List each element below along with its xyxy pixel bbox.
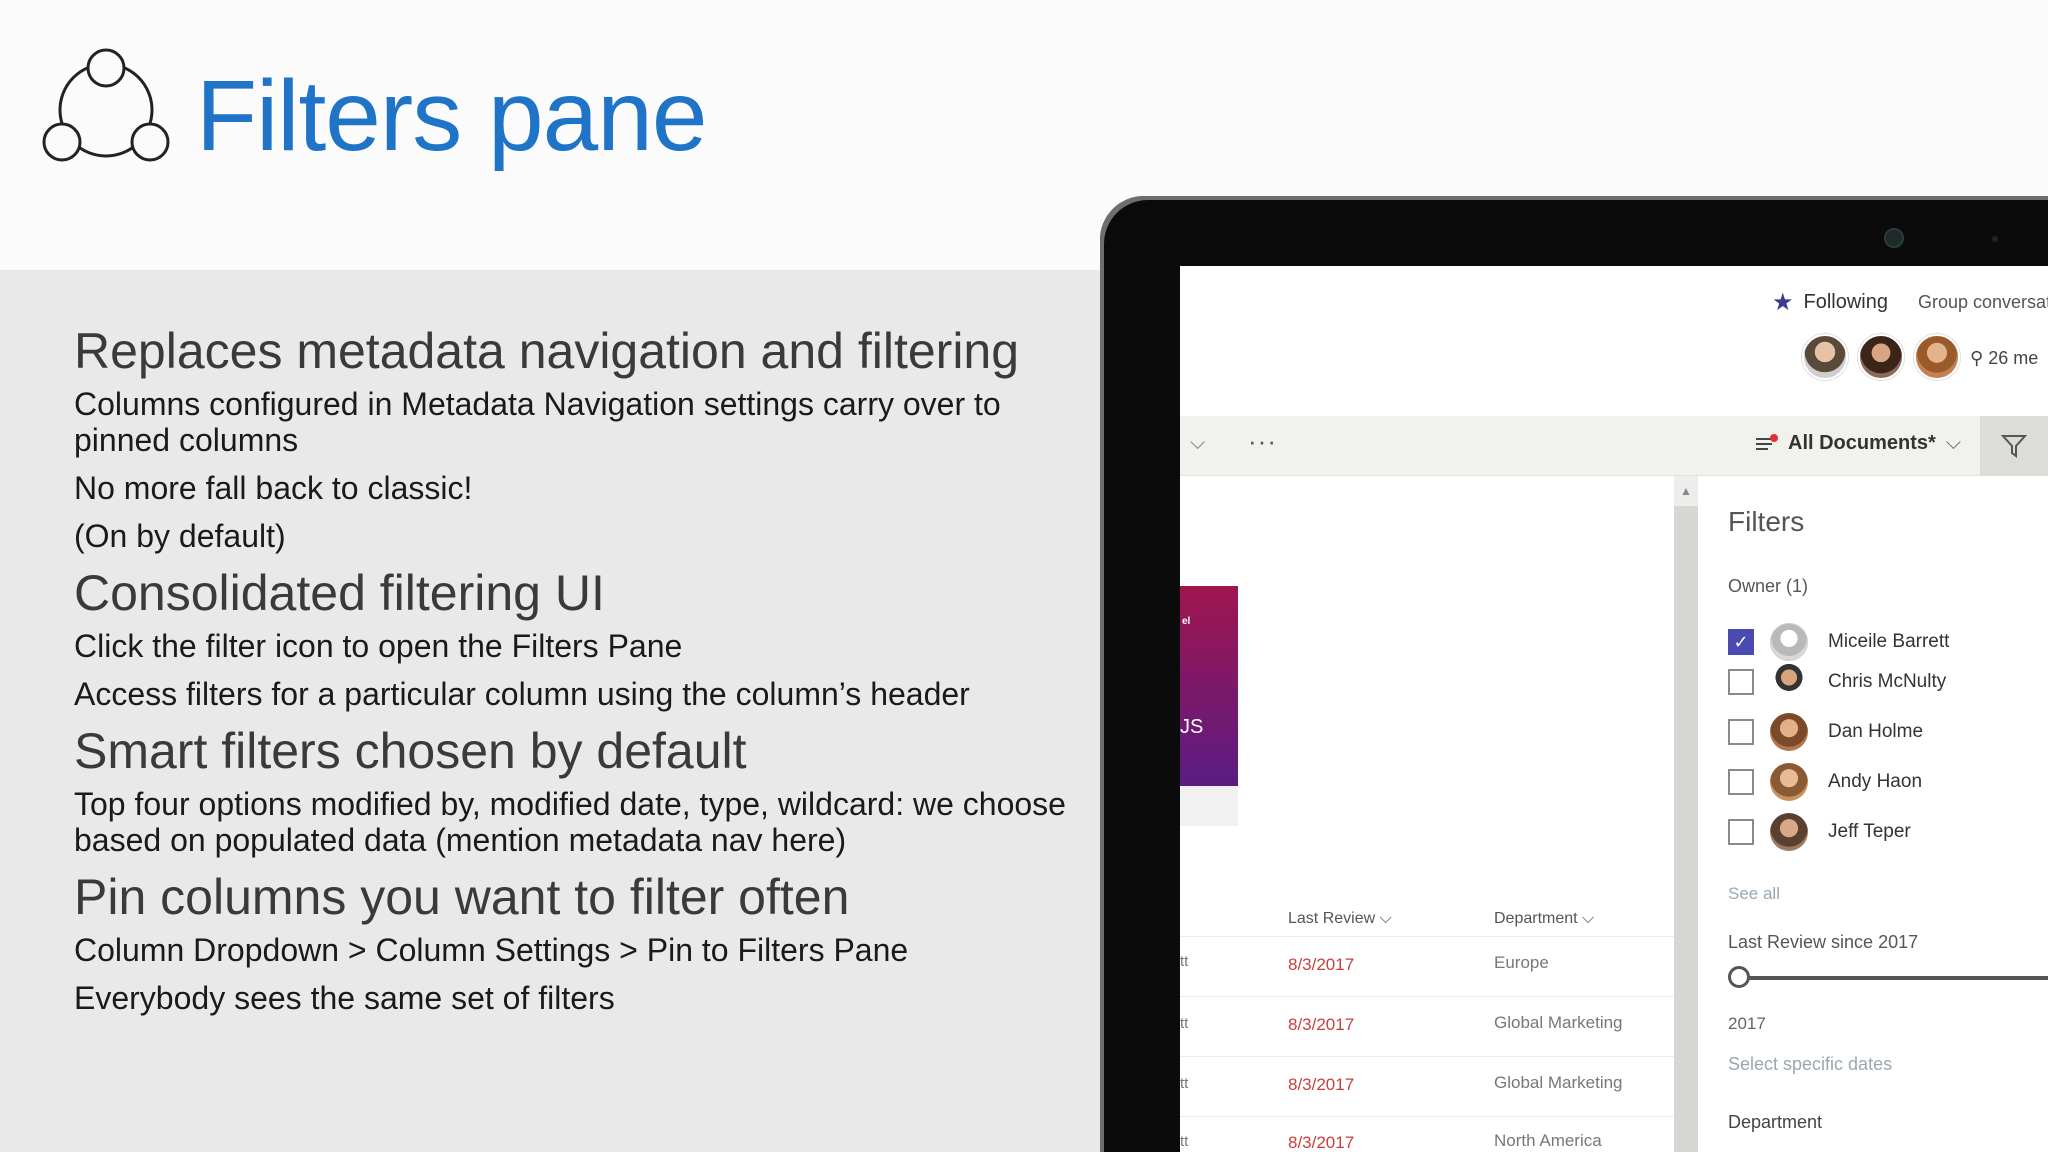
site-header: ★ Following Group conversat ⚲ 26 me (1180, 266, 2048, 416)
row-cell: tt (1180, 953, 1189, 970)
document-list: el JS Last Review ⌵ Department ⌵ tt 8/3/… (1180, 476, 1674, 1152)
following-button[interactable]: ★ Following (1772, 288, 1888, 317)
date-slider-handle[interactable] (1728, 966, 1750, 988)
column-header-department[interactable]: Department ⌵ (1494, 910, 1594, 928)
department-filter-label: Department (1728, 1112, 1823, 1132)
checkbox[interactable] (1728, 769, 1754, 795)
section-heading: Smart filters chosen by default (74, 723, 747, 779)
bullet-item: Column Dropdown > Column Settings > Pin … (74, 932, 909, 968)
column-header-label: Department (1494, 910, 1578, 927)
select-dates-link[interactable]: Select specific dates (1728, 1054, 1892, 1075)
bullet-item: No more fall back to classic! (74, 470, 473, 506)
table-row[interactable]: tt 8/3/2017 Europe (1180, 936, 1674, 996)
chevron-down-icon[interactable]: ⌵ (1190, 432, 1205, 455)
bullet-item: Top four options modified by, modified d… (74, 786, 1066, 858)
row-department: Global Marketing (1494, 1013, 1623, 1032)
checkbox-checked[interactable]: ✓ (1728, 629, 1754, 655)
avatar (1770, 663, 1808, 701)
table-row[interactable]: tt 8/3/2017 Global Marketing (1180, 1056, 1674, 1116)
owner-name: Andy Haon (1828, 771, 1923, 792)
chevron-down-icon: ⌵ (1582, 910, 1595, 927)
bullet-item: Everybody sees the same set of filters (74, 980, 615, 1016)
filter-pane-button[interactable] (1980, 416, 2048, 476)
row-department: Europe (1494, 953, 1549, 972)
owner-name: Jeff Teper (1828, 821, 1911, 842)
row-date: 8/3/2017 (1288, 955, 1355, 974)
owner-option[interactable]: Dan Holme (1728, 712, 1923, 752)
members-label: 26 me (1988, 348, 2039, 368)
owner-name: Dan Holme (1828, 721, 1924, 742)
row-cell: tt (1180, 1075, 1189, 1092)
section-heading: Replaces metadata navigation and filteri… (74, 323, 1020, 379)
more-options-icon[interactable]: ··· (1248, 426, 1277, 457)
owner-name: Chris McNulty (1828, 671, 1947, 692)
command-bar: ⌵ ··· All Documents* ⌵ (1180, 416, 2048, 476)
slide: Filters pane Replaces metadata navigatio… (0, 0, 2048, 1152)
owner-option[interactable]: Andy Haon (1728, 762, 1922, 802)
avatar (1770, 813, 1808, 851)
table-row[interactable]: tt 8/3/2017 Global Marketing (1180, 996, 1674, 1056)
following-label: Following (1803, 291, 1888, 313)
row-department: Global Marketing (1494, 1073, 1623, 1092)
filter-icon (2001, 435, 2027, 458)
filters-pane: Filters Owner (1) ✓ Miceile Barrett Chri… (1698, 476, 2048, 1152)
sensor-icon (1992, 236, 1998, 242)
view-list-icon (1756, 433, 1778, 450)
owner-filter-label: Owner (1) (1728, 576, 1809, 596)
owner-option[interactable]: Jeff Teper (1728, 812, 1911, 852)
thumbnail-text: JS (1180, 716, 1204, 738)
star-icon: ★ (1772, 289, 1794, 316)
row-date: 8/3/2017 (1288, 1015, 1355, 1034)
table-row[interactable]: tt 8/3/2017 North America (1180, 1116, 1674, 1152)
tablet-screen: ★ Following Group conversat ⚲ 26 me ⌵ ··… (1180, 266, 2048, 1152)
owner-name: Miceile Barrett (1828, 631, 1950, 652)
checkbox[interactable] (1728, 669, 1754, 695)
chevron-down-icon: ⌵ (1945, 432, 1961, 454)
owner-option[interactable]: Chris McNulty (1728, 662, 1946, 702)
view-name: All Documents* (1788, 432, 1936, 454)
checkbox[interactable] (1728, 719, 1754, 745)
column-header-last-review[interactable]: Last Review ⌵ (1288, 910, 1392, 928)
chevron-down-icon: ⌵ (1379, 910, 1392, 927)
avatar (1770, 763, 1808, 801)
checkbox[interactable] (1728, 819, 1754, 845)
avatar (1770, 623, 1808, 661)
filters-pane-title: Filters (1728, 506, 1805, 537)
bullet-item: Access filters for a particular column u… (74, 676, 970, 712)
avatar (1914, 334, 1960, 380)
bullet-item: Click the filter icon to open the Filter… (74, 628, 683, 664)
column-header-label: Last Review (1288, 910, 1376, 927)
row-cell: tt (1180, 1015, 1189, 1032)
camera-icon (1884, 228, 1904, 248)
section-heading: Pin columns you want to filter often (74, 869, 850, 925)
row-date: 8/3/2017 (1288, 1133, 1355, 1152)
row-department: North America (1494, 1131, 1602, 1150)
date-slider-track[interactable] (1742, 976, 2048, 980)
section-heading: Consolidated filtering UI (74, 565, 605, 621)
row-date: 8/3/2017 (1288, 1075, 1355, 1094)
avatar (1802, 334, 1848, 380)
thumbnail-footer (1180, 786, 1238, 826)
bullet-item: (On by default) (74, 518, 286, 554)
content-panel: Replaces metadata navigation and filteri… (0, 270, 1100, 1152)
member-avatars[interactable] (1802, 334, 1960, 380)
slider-year-label: 2017 (1728, 1014, 1766, 1033)
owner-option[interactable]: ✓ Miceile Barrett (1728, 622, 1949, 662)
row-cell: tt (1180, 1133, 1189, 1150)
page-title: Filters pane (196, 60, 707, 172)
person-icon: ⚲ (1970, 348, 1989, 368)
bullet-list: Replaces metadata navigation and filteri… (74, 322, 1094, 1016)
last-review-filter-label: Last Review since 2017 (1728, 932, 1919, 952)
view-switcher[interactable]: All Documents* ⌵ (1756, 432, 1961, 455)
see-all-link[interactable]: See all (1728, 884, 1780, 904)
members-count[interactable]: ⚲ 26 me (1970, 348, 2038, 369)
thumbnail-text: el (1182, 616, 1191, 627)
sharepoint-logo-icon (42, 48, 170, 162)
avatar (1770, 713, 1808, 751)
group-conversations-link[interactable]: Group conversat (1918, 292, 2048, 313)
avatar (1858, 334, 1904, 380)
scroll-up-icon[interactable]: ▲ (1680, 484, 1692, 498)
scrollbar[interactable]: ▲ (1674, 476, 1698, 1152)
bullet-item: Columns configured in Metadata Navigatio… (74, 386, 1001, 458)
